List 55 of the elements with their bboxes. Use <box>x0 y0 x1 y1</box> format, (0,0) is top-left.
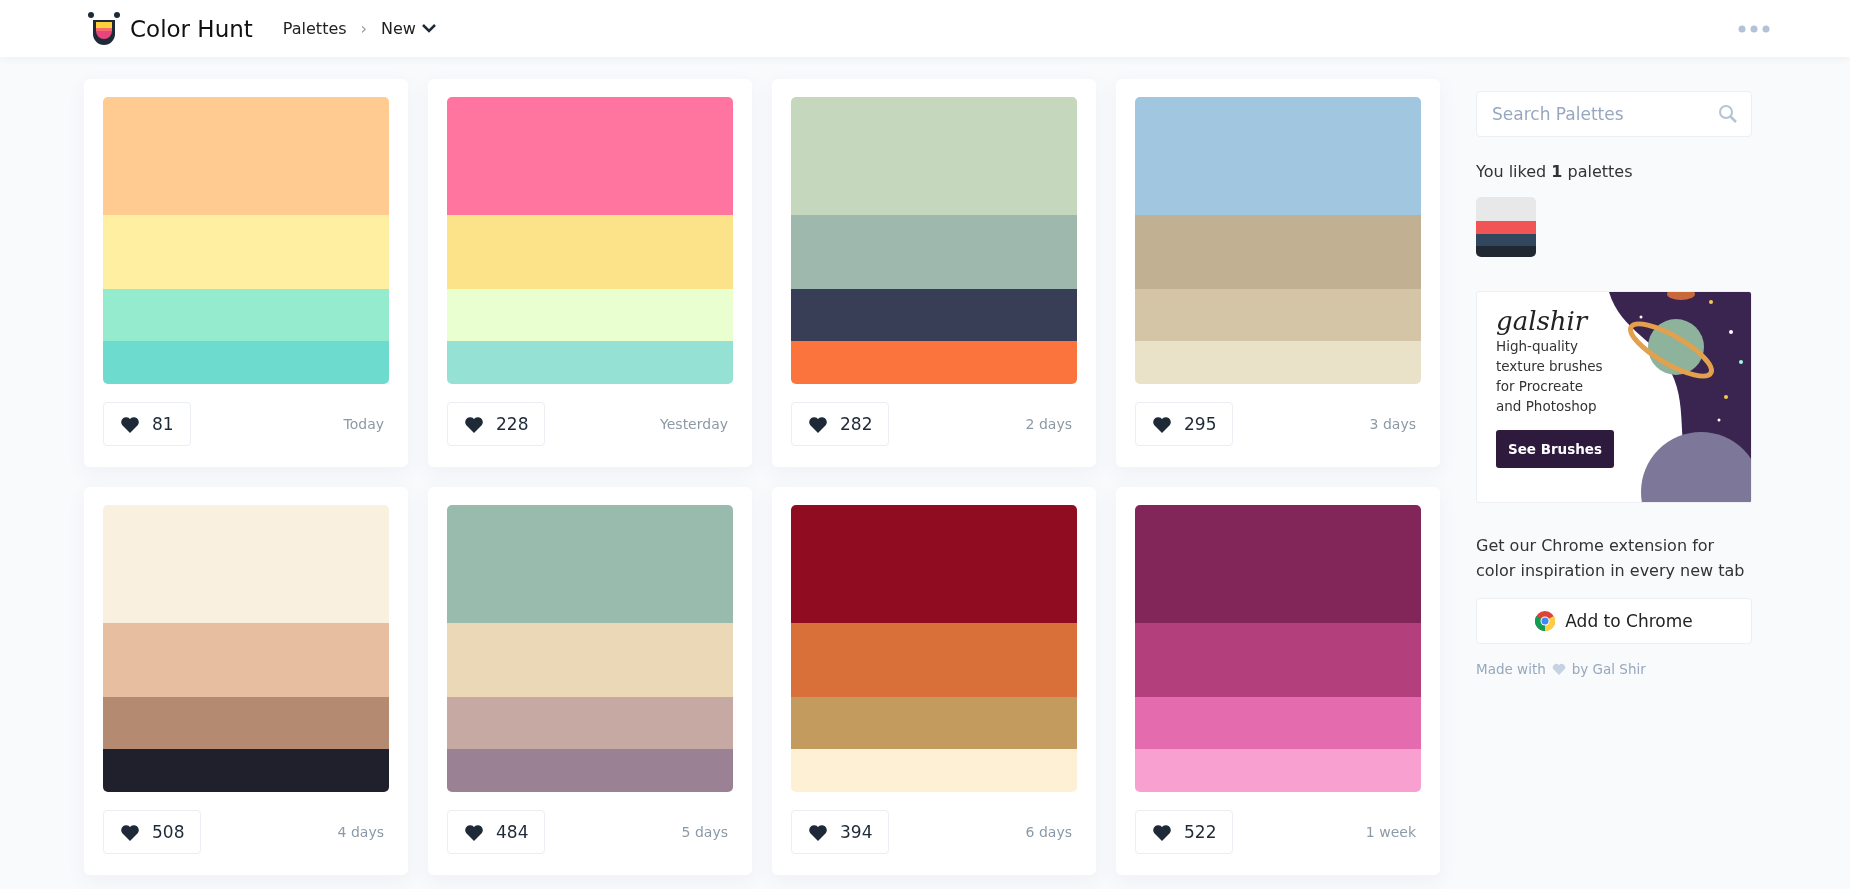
like-button[interactable]: 295 <box>1135 402 1234 446</box>
heart-icon <box>120 823 140 841</box>
like-button[interactable]: 228 <box>447 402 546 446</box>
palette-date: 4 days <box>337 824 385 840</box>
color-palette[interactable] <box>791 505 1077 792</box>
palette-date: 3 days <box>1369 416 1417 432</box>
liked-palette[interactable] <box>1476 196 1536 257</box>
logo-icon <box>88 11 120 46</box>
brand-name[interactable]: Color Hunt <box>130 15 253 42</box>
color-palette[interactable] <box>447 505 733 792</box>
ad-text: for Procreate <box>1496 376 1585 396</box>
palette-date: 6 days <box>1025 824 1073 840</box>
like-button[interactable]: 394 <box>791 810 890 854</box>
search-icon[interactable] <box>1718 104 1738 124</box>
heart-icon <box>808 823 828 841</box>
heart-icon <box>464 415 484 433</box>
heart-icon <box>120 415 140 433</box>
see-brushes-button[interactable]: See Brushes <box>1496 429 1614 468</box>
extension-text: Get our Chrome extension for color inspiration in every new tab <box>1476 534 1746 583</box>
ad-text: High-quality <box>1496 336 1580 356</box>
heart-icon <box>808 415 828 433</box>
palette-date: 1 week <box>1365 824 1417 840</box>
palette-date: 5 days <box>681 824 729 840</box>
liked-count-text: You liked 1 palettes <box>1476 161 1634 183</box>
heart-icon <box>1152 823 1172 841</box>
breadcrumb-link[interactable]: Palettes <box>282 19 347 38</box>
color-palette[interactable] <box>791 97 1077 384</box>
like-button[interactable]: 484 <box>447 810 546 854</box>
ad-banner[interactable]: galshir High-quality texture brushes for Procreate and Photoshop See Brushes <box>1476 290 1752 503</box>
more-icon[interactable] <box>1738 24 1770 33</box>
palette-date: Today <box>343 416 385 432</box>
chevron-icon <box>421 24 436 33</box>
like-button[interactable]: 508 <box>103 810 202 854</box>
chrome-icon <box>1535 610 1556 631</box>
color-palette[interactable] <box>1135 505 1421 792</box>
heart-icon <box>1551 662 1566 675</box>
like-button[interactable]: 282 <box>791 402 890 446</box>
add-to-chrome-button[interactable]: Add to Chrome <box>1476 597 1752 644</box>
credit-text: Made with <box>1476 660 1546 677</box>
color-palette[interactable] <box>1135 97 1421 384</box>
ad-text: texture brushes <box>1496 356 1604 376</box>
breadcrumb-separator: › <box>360 19 367 38</box>
palette-date: 2 days <box>1025 416 1073 432</box>
like-button[interactable]: 81 <box>103 402 191 446</box>
heart-icon <box>464 823 484 841</box>
heart-icon <box>1152 415 1172 433</box>
ad-logo: galshir <box>1496 305 1590 336</box>
color-palette[interactable] <box>103 97 389 384</box>
sort-dropdown[interactable]: New <box>381 19 436 38</box>
like-button[interactable]: 522 <box>1135 810 1234 854</box>
palette-date: Yesterday <box>660 416 729 432</box>
search-field[interactable]: Search Palettes <box>1476 91 1752 137</box>
ad-text: and Photoshop <box>1496 396 1598 416</box>
color-palette[interactable] <box>103 505 389 792</box>
color-palette[interactable] <box>447 97 733 384</box>
